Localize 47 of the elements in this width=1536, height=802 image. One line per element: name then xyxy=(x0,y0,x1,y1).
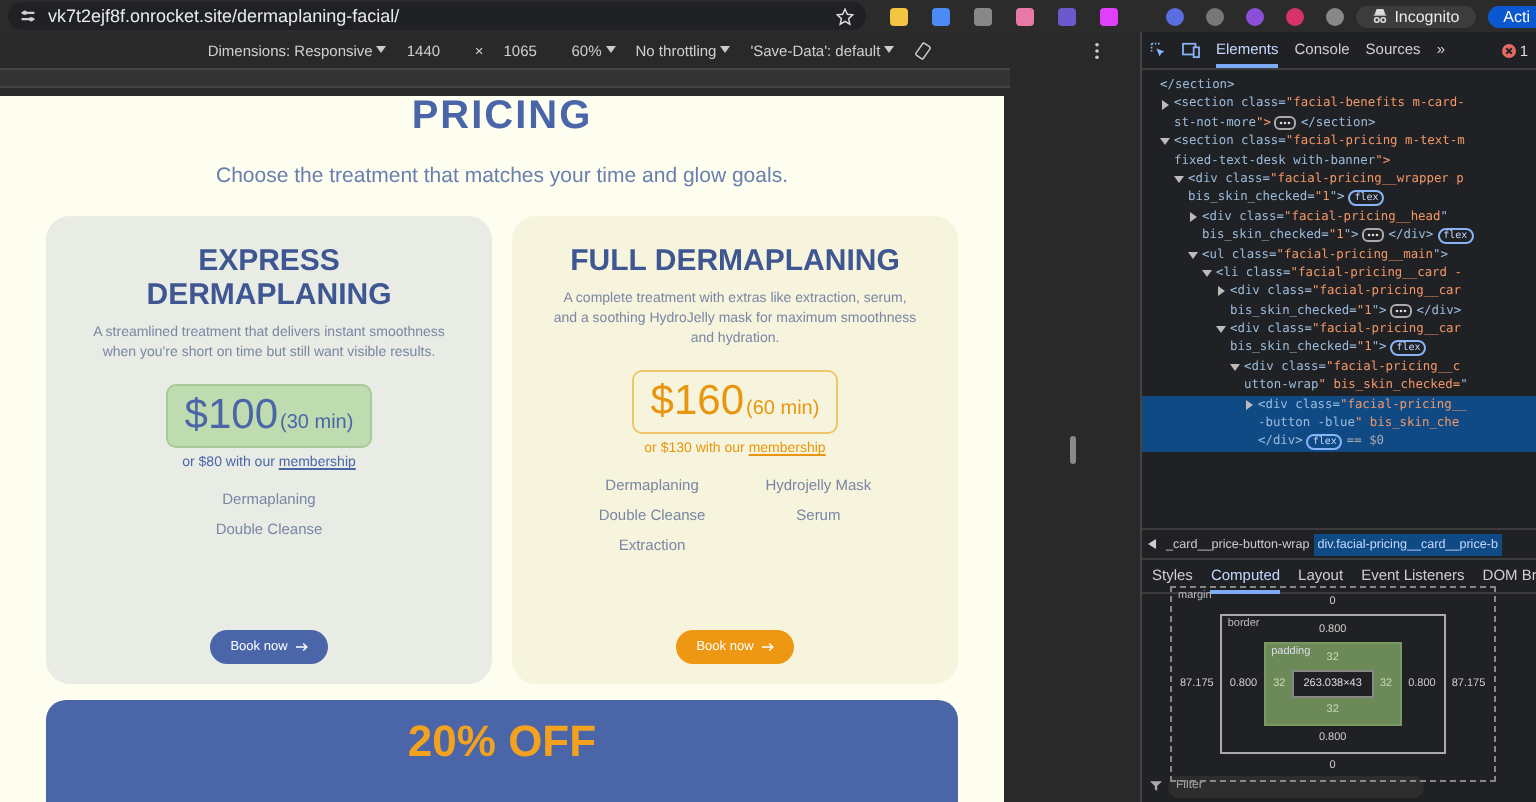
inspect-icon[interactable] xyxy=(1150,42,1166,58)
expand-triangle-icon[interactable] xyxy=(1216,324,1226,335)
extension-icon[interactable] xyxy=(1100,7,1119,25)
site-info-icon[interactable] xyxy=(20,8,36,24)
pricing-heading: PRICING xyxy=(411,96,593,136)
duration-text: (60 min) xyxy=(746,398,820,420)
collapsed-content-icon[interactable] xyxy=(1390,303,1413,318)
url-text: vk7t2ejf8f.onrocket.site/dermaplaning-facial/ xyxy=(48,6,402,26)
scroll-left-icon[interactable] xyxy=(1148,538,1156,550)
arrow-right-icon xyxy=(761,642,774,652)
rotate-icon[interactable] xyxy=(914,41,933,59)
incognito-icon xyxy=(1372,8,1389,24)
collapse-triangle-icon[interactable] xyxy=(1244,399,1254,410)
card-title: FULL DERMAPLANING xyxy=(570,244,900,278)
error-icon xyxy=(1501,43,1516,57)
collapse-triangle-icon[interactable] xyxy=(1216,286,1226,297)
expand-triangle-icon[interactable] xyxy=(1174,174,1184,185)
extension-icon[interactable] xyxy=(932,7,951,25)
collapsed-content-icon[interactable] xyxy=(1362,228,1385,243)
extension-icon[interactable] xyxy=(1016,7,1035,25)
arrow-right-icon xyxy=(295,642,308,652)
caret-icon xyxy=(884,46,895,54)
extension-icon[interactable] xyxy=(890,7,909,25)
action-button[interactable]: Acti xyxy=(1487,5,1536,27)
collapse-triangle-icon[interactable] xyxy=(1188,211,1198,222)
collapsed-content-icon[interactable] xyxy=(1274,115,1297,130)
extension-icon[interactable] xyxy=(1326,7,1345,25)
more-options-icon[interactable] xyxy=(1094,41,1100,59)
resize-handle-icon[interactable] xyxy=(1069,435,1075,463)
caret-icon xyxy=(376,46,387,54)
address-bar[interactable]: vk7t2ejf8f.onrocket.site/dermaplaning-facial/ xyxy=(8,2,867,30)
caret-icon xyxy=(605,46,616,54)
banner-text: 20% OFF xyxy=(407,716,597,770)
star-icon[interactable] xyxy=(836,7,855,25)
duration-text: (30 min) xyxy=(280,412,354,434)
extension-icon[interactable] xyxy=(974,7,993,25)
card-title: EXPRESS DERMAPLANING xyxy=(144,244,394,312)
device-toggle-icon[interactable] xyxy=(1182,42,1200,58)
collapse-triangle-icon[interactable] xyxy=(1160,99,1170,110)
price-text: $100 xyxy=(184,392,279,440)
filter-icon xyxy=(1150,780,1162,792)
expand-triangle-icon[interactable] xyxy=(1230,362,1240,373)
expand-triangle-icon[interactable] xyxy=(1160,136,1170,147)
caret-icon xyxy=(720,46,731,54)
price-text: $160 xyxy=(650,378,745,426)
incognito-badge[interactable]: Incognito xyxy=(1356,5,1476,27)
pricing-subtitle: Choose the treatment that matches your time and glow goals. xyxy=(216,164,788,188)
